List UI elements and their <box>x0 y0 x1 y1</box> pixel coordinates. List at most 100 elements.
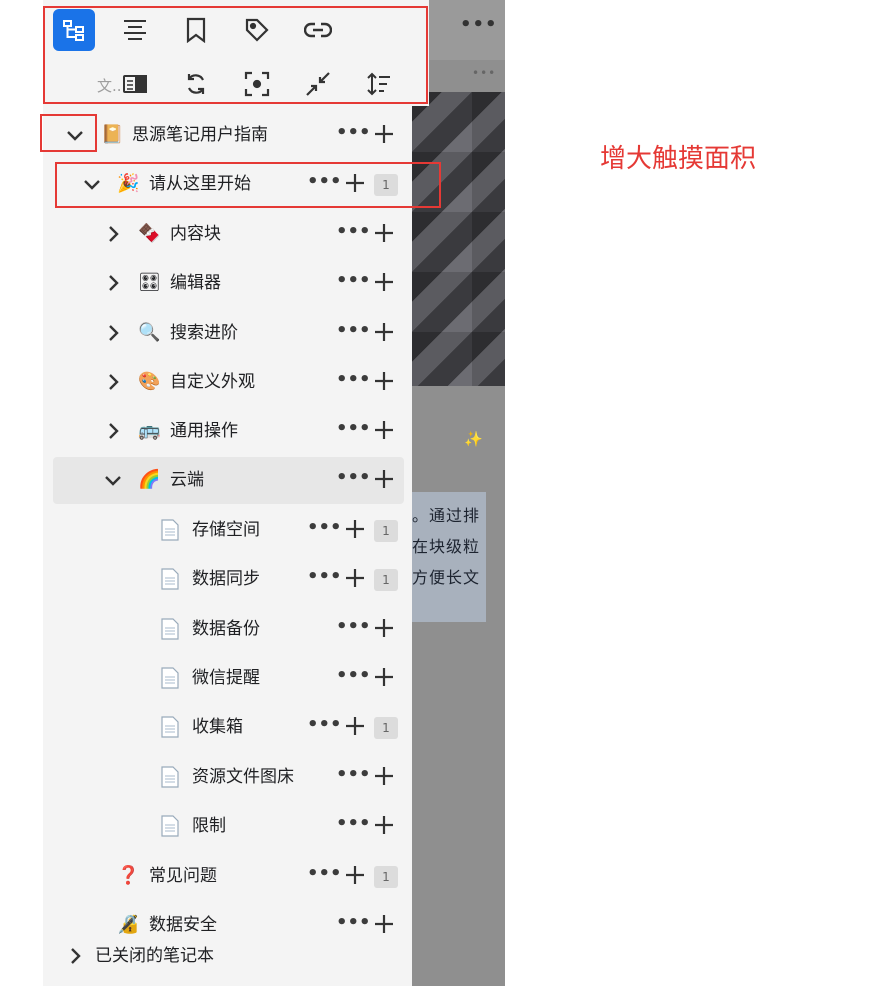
tree-item-cloud[interactable]: 🌈 云端 ••• <box>53 457 404 504</box>
chevron-right-icon[interactable] <box>103 323 123 343</box>
annotation-text: 增大触摸面积 <box>600 144 757 174</box>
add-icon[interactable] <box>372 813 396 837</box>
tree-item-label: 数据安全 <box>149 915 217 935</box>
add-icon[interactable] <box>343 171 367 195</box>
tree-item-content-block[interactable]: 🍫 内容块 ••• <box>43 212 412 256</box>
tree-item-notebook[interactable]: 📔 思源笔记用户指南 ••• <box>43 113 412 157</box>
chevron-right-icon[interactable] <box>103 372 123 392</box>
tree-item-search[interactable]: 🔍 搜索进阶 ••• <box>43 311 412 355</box>
tree-item-label: 云端 <box>170 470 204 490</box>
add-icon[interactable] <box>372 616 396 640</box>
more-button[interactable]: ••• <box>336 813 371 834</box>
focus-icon[interactable] <box>236 63 278 105</box>
document-icon <box>161 568 179 590</box>
more-button[interactable]: ••• <box>336 122 371 143</box>
add-icon[interactable] <box>343 517 367 541</box>
chevron-right-icon[interactable] <box>103 224 123 244</box>
tree-item-general[interactable]: 🚌 通用操作 ••• <box>43 409 412 453</box>
closed-notebooks[interactable]: 已关闭的笔记本 <box>43 936 412 976</box>
more-button[interactable]: ••• <box>336 467 371 488</box>
more-button[interactable]: ••• <box>336 221 371 242</box>
document-icon <box>161 766 179 788</box>
more-button[interactable]: ••• <box>307 517 342 538</box>
more-button[interactable]: ••• <box>336 764 371 785</box>
more-button[interactable]: ••• <box>336 270 371 291</box>
add-icon[interactable] <box>343 566 367 590</box>
align-icon[interactable] <box>114 9 156 51</box>
tree-item-assets[interactable]: 资源文件图床 ••• <box>43 755 412 799</box>
tree-item-label: 数据同步 <box>192 569 260 589</box>
add-icon[interactable] <box>372 122 396 146</box>
outline-icon[interactable] <box>53 9 95 51</box>
add-icon[interactable] <box>372 320 396 344</box>
more-button[interactable]: ••• <box>307 863 342 884</box>
refresh-icon[interactable] <box>175 63 217 105</box>
more-button[interactable]: ••• <box>336 912 371 933</box>
tree-item-label: 通用操作 <box>170 421 238 441</box>
chevron-right-icon[interactable] <box>103 273 123 293</box>
notebook-icon: 📔 <box>101 124 124 145</box>
tree-item-editor[interactable]: 🎛 编辑器 ••• <box>43 261 412 305</box>
more-button[interactable]: ••• <box>336 418 371 439</box>
tree-item-faq[interactable]: ❓ 常见问题 ••• 1 <box>43 854 412 898</box>
tree-item-limits[interactable]: 限制 ••• <box>43 804 412 848</box>
tree-item-label: 限制 <box>192 816 226 836</box>
sort-icon[interactable] <box>358 63 400 105</box>
tree-item-sync[interactable]: 数据同步 ••• 1 <box>43 557 412 601</box>
add-icon[interactable] <box>343 863 367 887</box>
collapse-icon[interactable] <box>297 63 339 105</box>
more-button[interactable]: ••• <box>307 714 342 735</box>
cover-image <box>412 92 505 386</box>
bookmark-icon[interactable] <box>175 9 217 51</box>
tree-item-label: 资源文件图床 <box>192 767 294 787</box>
tree-item-storage[interactable]: 存储空间 ••• 1 <box>43 508 412 552</box>
tree-item-label: 常见问题 <box>149 866 217 886</box>
more-button[interactable]: ••• <box>336 369 371 390</box>
more-button[interactable]: ••• <box>336 320 371 341</box>
add-icon[interactable] <box>372 764 396 788</box>
tree-item-label: 数据备份 <box>192 619 260 639</box>
chevron-right-icon[interactable] <box>103 421 123 441</box>
closed-notebooks-label: 已关闭的笔记本 <box>95 946 214 966</box>
tree-item-wechat[interactable]: 微信提醒 ••• <box>43 656 412 700</box>
sparkle-icon: ✨ <box>464 430 483 448</box>
child-count-badge: 1 <box>374 174 398 196</box>
tree-item-label: 内容块 <box>170 224 221 244</box>
more-button[interactable]: ••• <box>336 616 371 637</box>
tree-item-label: 编辑器 <box>170 273 221 293</box>
add-icon[interactable] <box>372 270 396 294</box>
chevron-right-icon[interactable] <box>65 946 85 966</box>
add-icon[interactable] <box>372 418 396 442</box>
more-button[interactable]: ••• <box>336 665 371 686</box>
editor-background: ✎ ••• ••• ✨ 。通过排 在块级粒 方便长文 <box>412 0 505 986</box>
tree-item-label: 存储空间 <box>192 520 260 540</box>
tree-item-inbox[interactable]: 收集箱 ••• 1 <box>43 705 412 749</box>
control-knobs-icon: 🎛 <box>138 272 161 293</box>
add-icon[interactable] <box>372 665 396 689</box>
add-icon[interactable] <box>372 369 396 393</box>
tree-item-label: 收集箱 <box>192 717 243 737</box>
add-icon[interactable] <box>372 467 396 491</box>
more-button[interactable]: ••• <box>307 171 342 192</box>
chevron-down-icon[interactable] <box>103 470 123 490</box>
editor-more-small-icon: ••• <box>472 66 497 80</box>
add-icon[interactable] <box>343 714 367 738</box>
chevron-down-icon[interactable] <box>65 125 85 145</box>
party-icon: 🎉 <box>117 173 140 194</box>
tag-icon[interactable] <box>236 9 278 51</box>
panel-icon[interactable] <box>114 63 156 105</box>
add-icon[interactable] <box>372 221 396 245</box>
editor-more-button[interactable]: ••• <box>460 14 498 35</box>
document-icon <box>161 716 179 738</box>
question-icon: ❓ <box>117 865 140 886</box>
more-button[interactable]: ••• <box>307 566 342 587</box>
document-icon <box>161 519 179 541</box>
tree-item-appearance[interactable]: 🎨 自定义外观 ••• <box>43 360 412 404</box>
file-tree-toolbar: 文.. <box>43 0 429 106</box>
chevron-down-icon[interactable] <box>82 174 102 194</box>
tree-item-backup[interactable]: 数据备份 ••• <box>43 607 412 651</box>
link-icon[interactable] <box>297 9 339 51</box>
tree-item-start[interactable]: 🎉 请从这里开始 ••• 1 <box>43 162 412 206</box>
add-icon[interactable] <box>372 912 396 936</box>
lock-with-pen-icon: 🔏 <box>117 914 140 935</box>
